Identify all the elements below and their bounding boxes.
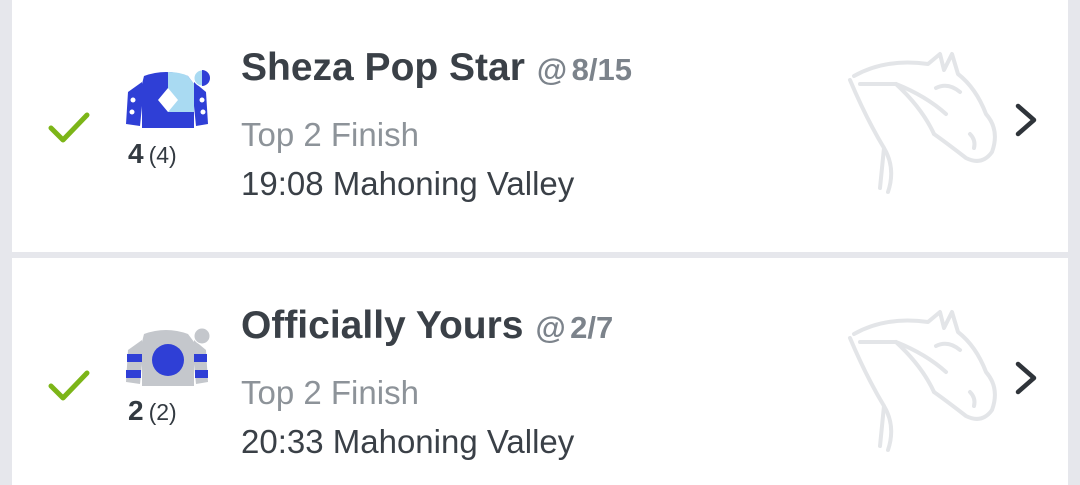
draw-number: (4) [148,142,177,168]
runner-number: 2 (2) [128,395,177,427]
chevron-right-icon[interactable] [1012,358,1040,398]
bet-type: Top 2 Finish [241,374,419,411]
check-icon [48,112,90,143]
bet-type: Top 2 Finish [241,116,419,153]
runner-number-value: 4 [128,138,144,169]
selection-title: Officially Yours @ 2/7 [241,304,613,348]
horse-name: Sheza Pop Star [241,46,525,89]
draw-number: (2) [148,399,177,425]
at-symbol: @ [535,310,566,345]
odds: 2/7 [570,310,614,345]
selection-title: Sheza Pop Star @ 8/15 [241,46,632,90]
bet-card[interactable]: 4 (4) Sheza Pop Star @ 8/15 Top 2 Finish 1… [12,0,1068,252]
jockey-silk-icon [126,327,211,386]
bet-card[interactable]: 2 (2) Officially Yours @ 2/7 Top 2 Finish … [12,258,1068,485]
odds: 8/15 [571,52,632,87]
check-icon [48,370,90,401]
race-info: 19:08 Mahoning Valley [241,165,575,202]
at-symbol: @ [536,52,568,87]
horse-name: Officially Yours [241,304,524,347]
runner-number-value: 2 [128,395,144,426]
runner-number: 4 (4) [128,138,177,170]
chevron-right-icon[interactable] [1012,100,1040,140]
jockey-silk-icon [126,69,211,128]
horse-head-icon [848,52,997,194]
horse-head-icon [848,310,997,452]
race-info: 20:33 Mahoning Valley [241,423,575,460]
